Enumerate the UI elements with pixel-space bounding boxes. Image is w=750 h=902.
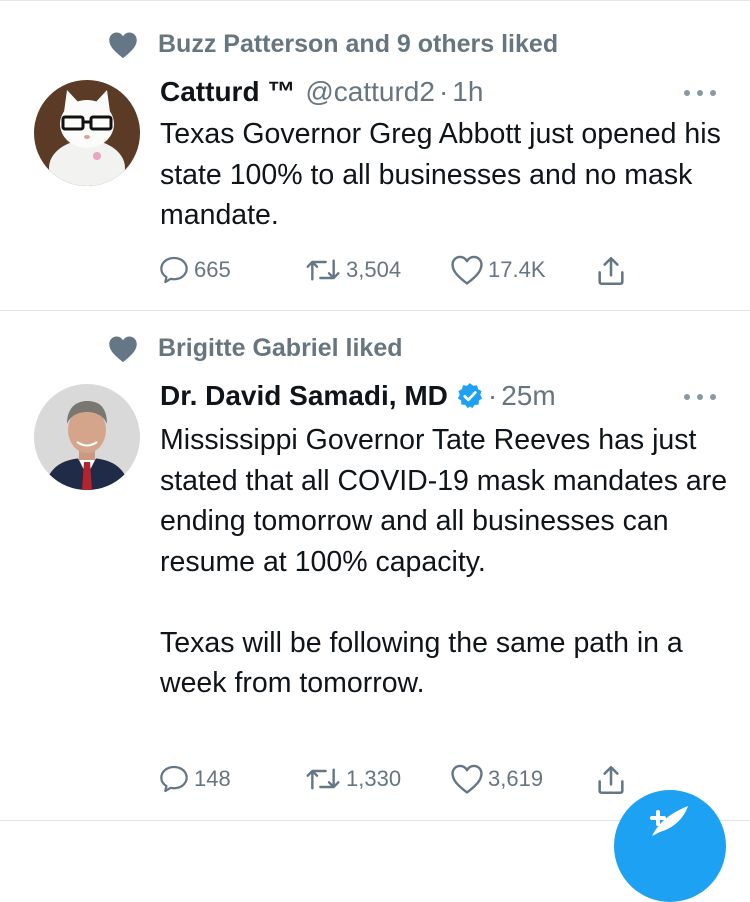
retweet-button[interactable]: 1,330 [304, 763, 401, 795]
reply-count: 665 [194, 257, 231, 282]
retweet-icon [306, 768, 340, 790]
tweet-2[interactable]: Brigitte Gabriel liked Dr. David Samadi,… [0, 311, 750, 821]
share-icon [598, 256, 624, 286]
social-context-text: Brigitte Gabriel liked [158, 334, 403, 362]
like-count: 3,619 [488, 766, 544, 791]
separator-dot: · [438, 76, 449, 107]
social-context: Buzz Patterson and 9 others liked [108, 30, 558, 59]
compose-tweet-icon [650, 806, 688, 836]
reply-button[interactable]: 148 [158, 763, 231, 795]
heart-filled-icon [109, 336, 137, 362]
tweet-text: Mississippi Governor Tate Reeves has jus… [160, 424, 728, 699]
tweet-header: Dr. David Samadi, MD · 25m [160, 376, 556, 416]
tweet-actions: 665 3,504 17.4K [158, 254, 718, 290]
heart-outline-icon [451, 255, 483, 285]
share-icon [598, 765, 624, 795]
retweet-button[interactable]: 3,504 [304, 254, 401, 286]
tweet-header: Catturd ™ @catturd2 · 1h [160, 72, 483, 112]
compose-tweet-button[interactable] [614, 790, 726, 902]
verified-badge-icon [457, 383, 483, 409]
social-context-text: Buzz Patterson and 9 others liked [158, 30, 559, 58]
retweet-count: 3,504 [346, 257, 402, 282]
share-button[interactable] [594, 254, 632, 288]
retweet-icon [306, 259, 340, 281]
author-handle[interactable]: @catturd2 [305, 76, 435, 108]
tweet-1[interactable]: Buzz Patterson and 9 others liked Cattur… [0, 0, 750, 310]
heart-filled-icon [109, 32, 137, 58]
social-context: Brigitte Gabriel liked [108, 334, 403, 363]
like-button[interactable]: 3,619 [450, 763, 543, 795]
retweet-count: 1,330 [346, 766, 402, 791]
avatar[interactable] [34, 80, 140, 186]
like-count: 17.4K [488, 257, 546, 282]
separator-dot: · [487, 380, 498, 411]
timestamp[interactable]: 1h [452, 76, 483, 108]
reply-count: 148 [194, 766, 231, 791]
reply-icon [160, 765, 188, 793]
share-button[interactable] [594, 763, 632, 797]
heart-outline-icon [451, 764, 483, 794]
tweet-text: Texas Governor Greg Abbott just opened h… [160, 118, 721, 231]
cat-avatar-image [34, 80, 140, 186]
author-name[interactable]: Dr. David Samadi, MD [160, 380, 448, 412]
author-name[interactable]: Catturd ™ [160, 76, 295, 108]
timestamp[interactable]: 25m [501, 380, 555, 412]
like-button[interactable]: 17.4K [450, 254, 546, 286]
tweet-actions: 148 1,330 3,619 [158, 763, 718, 799]
portrait-avatar-image [34, 384, 140, 490]
avatar[interactable] [34, 384, 140, 490]
reply-button[interactable]: 665 [158, 254, 231, 286]
more-icon[interactable] [682, 88, 718, 98]
reply-icon [160, 256, 188, 284]
more-icon[interactable] [682, 392, 718, 402]
